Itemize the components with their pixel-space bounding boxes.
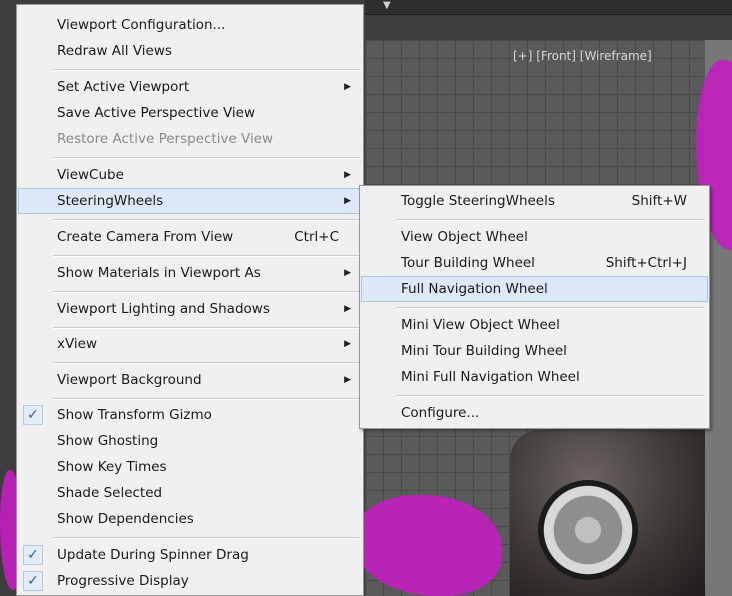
submenu-arrow-icon: ▶	[344, 304, 351, 314]
menu-item-label: Configure...	[401, 405, 480, 421]
menu-separator	[53, 69, 359, 71]
menu-item-set-active-viewport[interactable]: Set Active Viewport ▶	[19, 75, 361, 99]
menu-item-label: Mini View Object Wheel	[401, 317, 560, 333]
menu-item-label: SteeringWheels	[57, 193, 164, 209]
menu-item-label: Shade Selected	[57, 485, 163, 501]
menu-item-label: Show Transform Gizmo	[57, 407, 212, 423]
menu-separator	[53, 537, 359, 539]
menu-item-steeringwheels[interactable]: SteeringWheels ▶	[18, 188, 362, 214]
menu-item-show-materials-in-viewport-as[interactable]: Show Materials in Viewport As ▶	[19, 261, 361, 285]
menu-item-show-dependencies[interactable]: Show Dependencies	[19, 507, 361, 531]
menu-item-label: Viewport Lighting and Shadows	[57, 301, 270, 317]
menu-separator	[396, 307, 705, 309]
menu-item-label: xView	[57, 336, 98, 352]
menu-item-viewport-background[interactable]: Viewport Background ▶	[19, 368, 361, 392]
checkmark-icon: ✓	[23, 545, 43, 565]
menu-item-label: Mini Full Navigation Wheel	[401, 369, 580, 385]
menu-item-label: Toggle SteeringWheels	[401, 193, 555, 209]
menu-item-viewcube[interactable]: ViewCube ▶	[19, 163, 361, 187]
menu-item-viewport-configuration[interactable]: Viewport Configuration...	[19, 13, 361, 37]
menu-item-label: ViewCube	[57, 167, 124, 183]
dropdown-icon[interactable]: ▼	[383, 0, 391, 11]
viewport-label[interactable]: [+] [Front] [Wireframe]	[513, 49, 652, 63]
menu-item-progressive-display[interactable]: ✓ Progressive Display	[19, 569, 361, 593]
menu-separator	[396, 395, 705, 397]
menu-item-shade-selected[interactable]: Shade Selected	[19, 481, 361, 505]
submenu-item-configure[interactable]: Configure...	[362, 401, 707, 425]
menu-item-label: Show Ghosting	[57, 433, 159, 449]
menu-separator	[53, 398, 359, 400]
menu-item-label: Show Dependencies	[57, 511, 194, 527]
submenu-item-full-navigation-wheel[interactable]: Full Navigation Wheel	[361, 276, 708, 302]
submenu-arrow-icon: ▶	[344, 375, 351, 385]
viewport-context-menu: Viewport Configuration... Redraw All Vie…	[16, 4, 364, 596]
menu-item-label: Create Camera From View	[57, 229, 234, 245]
shortcut-text: Shift+W	[631, 193, 687, 209]
menu-item-save-active-perspective-view[interactable]: Save Active Perspective View	[19, 101, 361, 125]
submenu-arrow-icon: ▶	[344, 196, 351, 206]
menu-item-create-camera-from-view[interactable]: Create Camera From View Ctrl+C	[19, 225, 361, 249]
menu-separator	[53, 255, 359, 257]
steeringwheels-submenu: Toggle SteeringWheels Shift+W View Objec…	[359, 185, 710, 429]
menu-separator	[53, 362, 359, 364]
menu-item-redraw-all-views[interactable]: Redraw All Views	[19, 39, 361, 63]
menu-item-label: Viewport Configuration...	[57, 17, 226, 33]
submenu-arrow-icon: ▶	[344, 268, 351, 278]
menu-item-label: Viewport Background	[57, 372, 202, 388]
checkmark-icon: ✓	[23, 571, 43, 591]
menu-separator	[53, 157, 359, 159]
menu-item-label: Progressive Display	[57, 573, 189, 589]
submenu-item-mini-tour-building-wheel[interactable]: Mini Tour Building Wheel	[362, 339, 707, 363]
shortcut-text: Shift+Ctrl+J	[605, 255, 687, 271]
menu-item-label: View Object Wheel	[401, 229, 528, 245]
submenu-item-mini-full-navigation-wheel[interactable]: Mini Full Navigation Wheel	[362, 365, 707, 389]
submenu-item-tour-building-wheel[interactable]: Tour Building Wheel Shift+Ctrl+J	[362, 251, 707, 275]
menu-item-update-during-spinner-drag[interactable]: ✓ Update During Spinner Drag	[19, 543, 361, 567]
menu-item-label: Show Key Times	[57, 459, 167, 475]
menu-separator	[53, 327, 359, 329]
menu-item-label: Tour Building Wheel	[401, 255, 535, 271]
submenu-arrow-icon: ▶	[344, 339, 351, 349]
menu-item-show-ghosting[interactable]: Show Ghosting	[19, 429, 361, 453]
menu-separator	[53, 291, 359, 293]
viewport-toolbar: ▼	[365, 0, 732, 15]
menu-item-label: Mini Tour Building Wheel	[401, 343, 567, 359]
menu-separator	[396, 219, 705, 221]
menu-item-label: Restore Active Perspective View	[57, 131, 274, 147]
menu-separator	[53, 219, 359, 221]
menu-item-label: Show Materials in Viewport As	[57, 265, 261, 281]
menu-item-viewport-lighting-and-shadows[interactable]: Viewport Lighting and Shadows ▶	[19, 297, 361, 321]
menu-item-label: Save Active Perspective View	[57, 105, 255, 121]
checkmark-icon: ✓	[23, 405, 43, 425]
submenu-arrow-icon: ▶	[344, 170, 351, 180]
submenu-arrow-icon: ▶	[344, 82, 351, 92]
menu-item-label: Update During Spinner Drag	[57, 547, 249, 563]
car-wheel	[538, 480, 638, 580]
submenu-item-view-object-wheel[interactable]: View Object Wheel	[362, 225, 707, 249]
menu-item-label: Full Navigation Wheel	[401, 281, 548, 297]
menu-item-restore-active-perspective-view: Restore Active Perspective View	[19, 127, 361, 151]
submenu-item-mini-view-object-wheel[interactable]: Mini View Object Wheel	[362, 313, 707, 337]
submenu-item-toggle-steeringwheels[interactable]: Toggle SteeringWheels Shift+W	[362, 189, 707, 213]
shortcut-text: Ctrl+C	[294, 229, 339, 245]
menu-item-xview[interactable]: xView ▶	[19, 332, 361, 356]
menu-item-label: Redraw All Views	[57, 43, 172, 59]
menu-item-show-transform-gizmo[interactable]: ✓ Show Transform Gizmo	[19, 403, 361, 427]
menu-item-show-key-times[interactable]: Show Key Times	[19, 455, 361, 479]
menu-item-label: Set Active Viewport	[57, 79, 190, 95]
